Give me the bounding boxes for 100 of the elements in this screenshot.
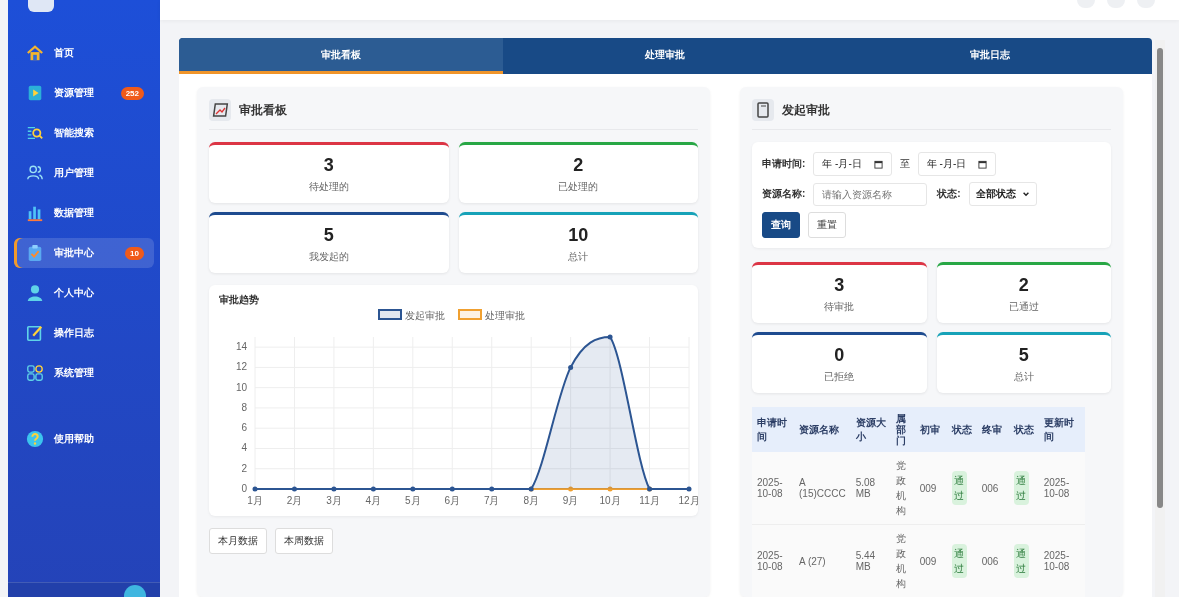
stat-label: 已拒绝: [824, 369, 855, 384]
stat-value: 5: [1018, 344, 1029, 366]
stat-value: 3: [834, 274, 845, 296]
chevron-icon: [1021, 190, 1030, 198]
logo-icon: [28, 0, 54, 12]
axis-label: 5月: [405, 495, 421, 506]
status-badge: 通过: [1013, 544, 1029, 578]
legend-item[interactable]: 发起审批: [378, 309, 445, 321]
axis-label: 7月: [483, 495, 500, 506]
axis-label: 6月: [444, 495, 461, 506]
tab[interactable]: 审批看板: [179, 38, 504, 74]
sidebar-item[interactable]: 审批中心 10: [14, 238, 154, 268]
table-cell: 5.44 MB: [855, 550, 876, 572]
nav-label: 用户管理: [54, 166, 95, 180]
nav-label: 个人中心: [54, 286, 95, 300]
scrollbar[interactable]: [1155, 40, 1165, 597]
search-list-icon: [26, 124, 44, 142]
sidebar-item[interactable]: 智能搜索: [14, 118, 154, 148]
axis-tick: 0: [241, 483, 247, 494]
legend-label: 处理审批: [485, 310, 525, 321]
column-header: 申请时间: [752, 407, 794, 452]
sidebar-item[interactable]: 用户管理: [14, 158, 154, 188]
date-field[interactable]: 年 -月-日: [917, 152, 997, 176]
nav-label: 操作日志: [54, 326, 95, 340]
field-label: 状态:: [937, 187, 961, 201]
axis-tick: 14: [235, 341, 247, 353]
stat-label: 总计: [568, 249, 589, 264]
status-badge: 通过: [1013, 471, 1029, 505]
stat-value: 2: [573, 154, 584, 176]
sidebar-item[interactable]: 资源管理 252: [14, 78, 154, 108]
reset-button[interactable]: 重置: [808, 212, 846, 238]
axis-tick: 8: [241, 401, 247, 413]
card-title: 审批看板: [239, 101, 287, 119]
nav-label: 智能搜索: [54, 126, 95, 140]
name-input[interactable]: 请输入资源名称: [813, 182, 928, 206]
axis-label: 9月: [562, 495, 579, 506]
sidebar-item[interactable]: 数据管理: [14, 198, 154, 228]
status-select[interactable]: 全部状态: [968, 182, 1037, 206]
date-field[interactable]: 年 -月-日: [813, 152, 892, 176]
column-header: 状态: [946, 407, 977, 452]
calendar-icon: [873, 159, 883, 169]
nav-label: 资源管理: [54, 86, 95, 100]
legend-label: 发起审批: [405, 310, 445, 321]
column-header: 更新时间: [1038, 407, 1085, 452]
card-title: 发起审批: [782, 101, 830, 119]
nav-label: 数据管理: [54, 206, 95, 220]
axis-label: 1月: [247, 495, 263, 506]
sidebar-item[interactable]: 操作日志: [14, 318, 154, 348]
range-button[interactable]: 本月数据: [209, 528, 267, 554]
chart-icon: [209, 99, 231, 121]
column-header: 资源名称: [794, 407, 851, 452]
nav-label: 系统管理: [54, 366, 95, 380]
status-badge: 通过: [951, 471, 967, 505]
sidebar-item[interactable]: 首页: [14, 38, 154, 68]
house-icon: [26, 44, 44, 62]
column-header: 状态: [1008, 407, 1039, 452]
sidebar-item[interactable]: 系统管理: [14, 358, 154, 388]
table-cell: 009: [919, 482, 937, 494]
range-separator: 至: [899, 157, 910, 171]
table-cell: A (15)CCCC: [799, 477, 846, 499]
count-badge: 252: [120, 86, 144, 100]
nav-label: 审批中心: [54, 246, 95, 260]
axis-tick: 4: [241, 442, 247, 454]
tab[interactable]: 审批日志: [827, 38, 1152, 74]
play-file-icon: [26, 84, 44, 102]
stat-label: 已处理的: [558, 179, 599, 194]
axis-tick: 6: [241, 422, 247, 434]
nav-label: 首页: [54, 46, 75, 60]
help-icon: [26, 430, 44, 448]
help-item[interactable]: 使用帮助: [14, 424, 154, 454]
person-icon: [26, 284, 44, 302]
stat-value: 0: [834, 344, 845, 366]
axis-label: 10月: [599, 495, 621, 506]
stat-label: 已通过: [1008, 299, 1039, 314]
column-header: 初审: [914, 407, 947, 452]
axis-tick: 10: [235, 381, 247, 393]
edit-icon: [26, 324, 44, 342]
axis-label: 4月: [365, 495, 382, 506]
column-header: 属部门: [890, 407, 915, 452]
users-icon: [26, 164, 44, 182]
stat-value: 10: [568, 224, 589, 246]
sidebar-item[interactable]: 个人中心: [14, 278, 154, 308]
tab[interactable]: 处理审批: [503, 38, 828, 74]
table-cell: 2025-10-08: [1043, 477, 1070, 499]
stat-label: 总计: [1013, 369, 1034, 384]
stat-value: 5: [323, 224, 334, 246]
scrollbar-thumb[interactable]: [1157, 48, 1163, 508]
table-cell: 2025-10-08: [757, 550, 783, 572]
axis-label: 12月: [678, 495, 699, 506]
legend-item[interactable]: 处理审批: [458, 309, 525, 321]
stat-label: 待处理的: [308, 179, 349, 194]
chart-title: 审批趋势: [219, 293, 260, 307]
status-badge: 通过: [951, 544, 967, 578]
notebook-icon: [752, 99, 774, 121]
table-cell: 006: [981, 555, 999, 567]
search-button[interactable]: 查询: [762, 212, 800, 238]
table-cell: 5.08 MB: [855, 477, 876, 499]
axis-label: 2月: [286, 495, 303, 506]
stat-value: 3: [323, 154, 334, 176]
range-button[interactable]: 本周数据: [275, 528, 333, 554]
